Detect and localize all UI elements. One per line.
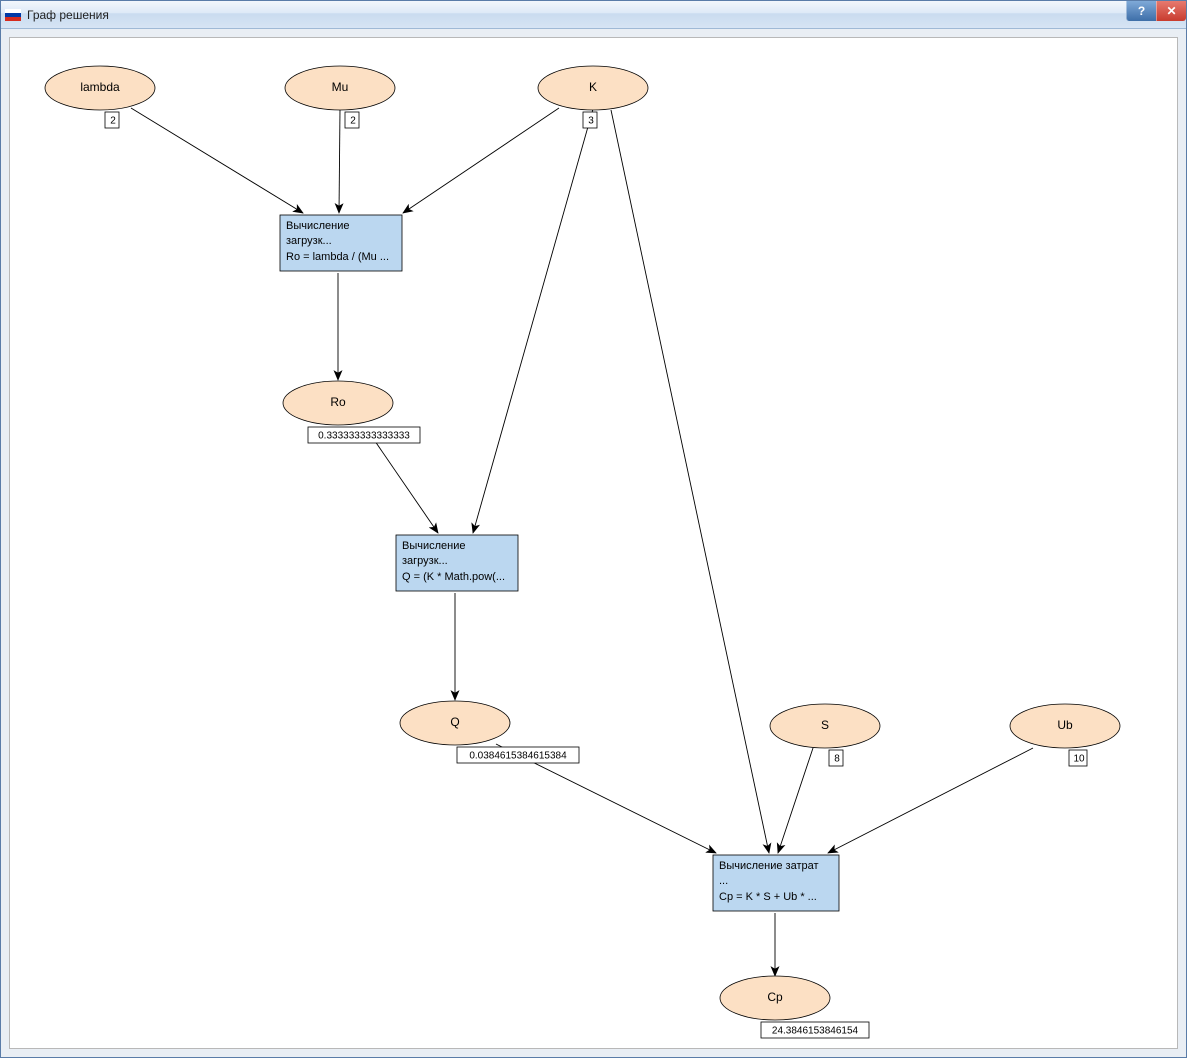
node-label: Mu: [332, 80, 349, 94]
node-label: K: [589, 80, 597, 94]
node-value: 3: [588, 116, 594, 127]
calc-line: загрузк...: [286, 235, 332, 247]
calc-line: Ro = lambda / (Mu ...: [286, 251, 389, 263]
calc-line: загрузк...: [402, 555, 448, 567]
graph-canvas[interactable]: lambda 2 Mu 2 K 3: [9, 37, 1178, 1049]
node-label: lambda: [80, 80, 120, 94]
node-ro[interactable]: Ro 0.333333333333333: [283, 381, 420, 443]
node-label: Cp: [767, 990, 783, 1004]
node-value: 2: [350, 116, 356, 127]
node-label: Ro: [330, 395, 346, 409]
node-value: 2: [110, 116, 116, 127]
node-k[interactable]: K 3: [538, 66, 648, 128]
node-value: 0.0384615384615384: [469, 751, 567, 762]
calc-q[interactable]: Вычисление загрузк... Q = (K * Math.pow(…: [396, 535, 518, 591]
russia-flag-icon: [5, 9, 21, 21]
client-area: lambda 2 Mu 2 K 3: [1, 29, 1186, 1057]
titlebar[interactable]: Граф решения ? ✕: [1, 1, 1186, 29]
calc-line: Вычисление затрат: [719, 860, 819, 872]
node-label: Ub: [1057, 718, 1073, 732]
calc-line: Cp = K * S + Ub * ...: [719, 891, 817, 903]
window-title: Граф решения: [27, 8, 109, 22]
node-q[interactable]: Q 0.0384615384615384: [400, 701, 579, 763]
close-button[interactable]: ✕: [1156, 1, 1186, 21]
window-buttons: ? ✕: [1126, 1, 1186, 21]
calc-line: Вычисление: [286, 220, 350, 232]
node-ub[interactable]: Ub 10: [1010, 704, 1120, 766]
node-label: Q: [450, 715, 459, 729]
graph-svg: lambda 2 Mu 2 K 3: [10, 38, 1177, 1048]
node-cp[interactable]: Cp 24.3846153846154: [720, 976, 869, 1038]
node-label: S: [821, 718, 829, 732]
calc-line: ...: [719, 875, 728, 887]
help-button[interactable]: ?: [1126, 1, 1156, 21]
node-s[interactable]: S 8: [770, 704, 880, 766]
calc-line: Вычисление: [402, 540, 466, 552]
calc-ro[interactable]: Вычисление загрузк... Ro = lambda / (Mu …: [280, 215, 402, 271]
node-value: 8: [834, 754, 840, 765]
node-value: 24.3846153846154: [772, 1026, 859, 1037]
node-lambda[interactable]: lambda 2: [45, 66, 155, 128]
node-value: 10: [1073, 754, 1085, 765]
node-value: 0.333333333333333: [318, 431, 410, 442]
calc-cp[interactable]: Вычисление затрат ... Cp = K * S + Ub * …: [713, 855, 839, 911]
calc-line: Q = (K * Math.pow(...: [402, 571, 505, 583]
app-window: Граф решения ? ✕: [0, 0, 1187, 1058]
